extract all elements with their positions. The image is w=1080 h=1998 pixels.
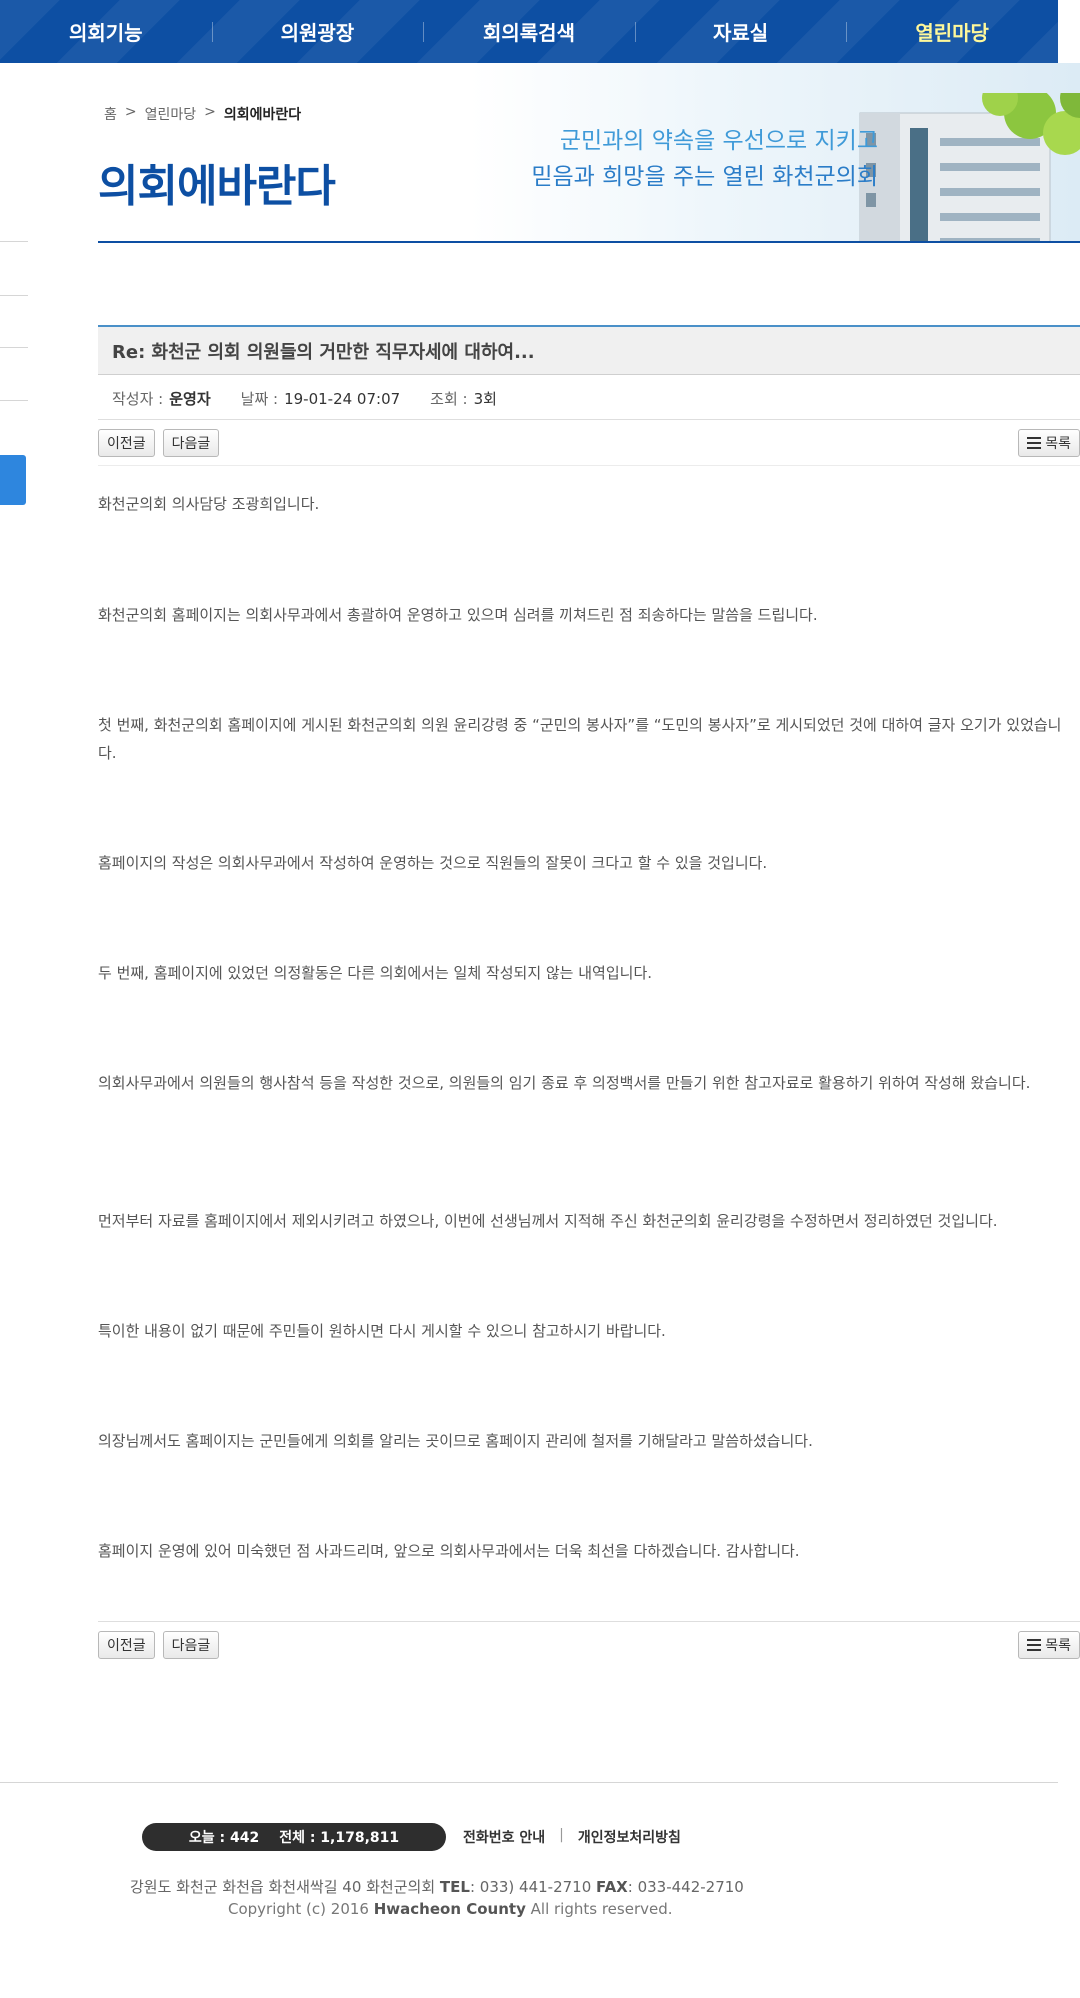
nav-item-council-function[interactable]: 의회기능 xyxy=(0,0,212,63)
post-paragraph: 홈페이지의 작성은 의회사무과에서 작성하여 운영하는 것으로 직원들의 잘못이… xyxy=(98,854,768,872)
address-text: 강원도 화천군 화천읍 화천새싹길 40 화천군의회 xyxy=(130,1878,436,1896)
list-button[interactable]: 목록 xyxy=(1018,1630,1080,1659)
tel-number: : 033) 441-2710 xyxy=(469,1878,592,1896)
post-nav-bottom: 이전글 다음글 목록 xyxy=(98,1621,1080,1667)
footer-address: 강원도 화천군 화천읍 화천새싹길 40 화천군의회 TEL: 033) 441… xyxy=(130,1876,744,1897)
nav-item-open-forum[interactable]: 열린마당 xyxy=(846,0,1058,63)
total-count: 전체 : 1,178,811 xyxy=(279,1830,400,1846)
list-button-label: 목록 xyxy=(1045,1637,1071,1654)
list-button-label: 목록 xyxy=(1045,435,1071,452)
post-paragraph: 화천군의회 홈페이지는 의회사무과에서 총괄하여 운영하고 있으며 심려를 끼쳐… xyxy=(98,606,818,624)
copyright-prefix: Copyright (c) 2016 xyxy=(228,1900,369,1918)
prev-post-button[interactable]: 이전글 xyxy=(98,1630,155,1659)
post-nav-top: 이전글 다음글 목록 xyxy=(98,420,1080,466)
list-icon xyxy=(1027,1638,1042,1651)
title-divider xyxy=(98,241,1080,243)
phone-guide-link[interactable]: 전화번호 안내 xyxy=(463,1827,545,1847)
sidebar-item-active[interactable] xyxy=(0,455,26,505)
post-date: 19-01-24 07:07 xyxy=(284,389,401,408)
tel-label: TEL xyxy=(439,1878,470,1896)
main-nav: 의회기능 의원광장 회의록검색 자료실 열린마당 xyxy=(0,0,1058,63)
sidebar-divider xyxy=(0,241,28,242)
post-paragraph: 먼저부터 자료를 홈페이지에서 제외시키려고 하였으나, 이번에 선생님께서 지… xyxy=(98,1212,998,1230)
footer-link-separator: | xyxy=(559,1827,564,1843)
prev-post-button[interactable]: 이전글 xyxy=(98,428,155,457)
header-banner: 군민과의 약속을 우선으로 지키고 믿음과 희망을 주는 열린 화천군의회 xyxy=(470,63,1080,241)
page-title: 의회에바란다 xyxy=(98,161,336,212)
slogan-line-2: 믿음과 희망을 주는 열린 화천군의회 xyxy=(531,164,878,190)
nav-item-archive[interactable]: 자료실 xyxy=(634,0,847,63)
slogan-line-1: 군민과의 약속을 우선으로 지키고 xyxy=(559,128,878,154)
footer-copyright: Copyright (c) 2016 Hwacheon County All r… xyxy=(228,1900,673,1918)
banner-slogan: 군민과의 약속을 우선으로 지키고 믿음과 희망을 주는 열린 화천군의회 xyxy=(478,123,878,195)
visitor-counter: 오늘 : 442 전체 : 1,178,811 xyxy=(142,1823,446,1851)
breadcrumb-current: 의회에바란다 xyxy=(223,107,302,123)
list-icon xyxy=(1027,436,1042,449)
post-subject: Re: 화천군 의회 의원들의 거만한 직무자세에 대하여... xyxy=(112,341,535,363)
post-paragraph: 홈페이지 운영에 있어 미숙했던 점 사과드리며, 앞으로 의회사무과에서는 더… xyxy=(98,1542,800,1560)
copyright-suffix: All rights reserved. xyxy=(530,1900,673,1918)
breadcrumb-separator: > xyxy=(204,104,216,120)
views-label: 조회 : xyxy=(430,390,468,408)
post-paragraph: 의회사무과에서 의원들의 행사참석 등을 작성한 것으로, 의원들의 임기 종료… xyxy=(98,1074,1031,1092)
today-count: 오늘 : 442 xyxy=(188,1830,260,1846)
author-label: 작성자 : xyxy=(112,390,164,408)
copyright-org: Hwacheon County xyxy=(373,1900,526,1918)
fax-label: FAX xyxy=(596,1878,628,1896)
breadcrumb: 홈 > 열린마당 > 의회에바란다 xyxy=(104,104,301,124)
post-paragraph: 화천군의회 의사담당 조광희입니다. xyxy=(98,495,320,513)
breadcrumb-section[interactable]: 열린마당 xyxy=(145,104,197,124)
sidebar-divider xyxy=(0,295,28,296)
nav-item-minutes-search[interactable]: 회의록검색 xyxy=(423,0,635,63)
post-subject-bar: Re: 화천군 의회 의원들의 거만한 직무자세에 대하여... xyxy=(98,325,1080,375)
fax-number: : 033-442-2710 xyxy=(627,1878,744,1896)
post-meta: 작성자 : 운영자 날짜 : 19-01-24 07:07 조회 : 3회 xyxy=(98,378,1080,420)
next-post-button[interactable]: 다음글 xyxy=(162,1630,220,1659)
breadcrumb-home[interactable]: 홈 xyxy=(104,104,117,124)
list-button[interactable]: 목록 xyxy=(1018,428,1080,457)
post-paragraph: 두 번째, 홈페이지에 있었던 의정활동은 다른 의회에서는 일체 작성되지 않… xyxy=(98,964,653,982)
post-paragraph: 첫 번째, 화천군의회 홈페이지에 게시된 화천군의회 의원 윤리강령 중 “군… xyxy=(98,716,1062,762)
date-label: 날짜 : xyxy=(240,390,279,408)
breadcrumb-separator: > xyxy=(124,104,137,120)
post-paragraph: 의장님께서도 홈페이지는 군민들에게 의회를 알리는 곳이므로 홈페이지 관리에… xyxy=(98,1432,813,1450)
nav-item-members[interactable]: 의원광장 xyxy=(211,0,424,63)
footer-divider xyxy=(0,1782,1058,1783)
post-paragraph: 특이한 내용이 없기 때문에 주민들이 원하시면 다시 게시할 수 있으니 참고… xyxy=(98,1322,666,1340)
privacy-policy-link[interactable]: 개인정보처리방침 xyxy=(578,1827,681,1847)
author-name: 운영자 xyxy=(169,390,211,408)
sidebar-divider xyxy=(0,347,28,348)
view-count: 3회 xyxy=(473,390,497,408)
sidebar-divider xyxy=(0,400,28,401)
footer-links: 전화번호 안내 | 개인정보처리방침 xyxy=(463,1827,681,1847)
next-post-button[interactable]: 다음글 xyxy=(162,428,220,457)
